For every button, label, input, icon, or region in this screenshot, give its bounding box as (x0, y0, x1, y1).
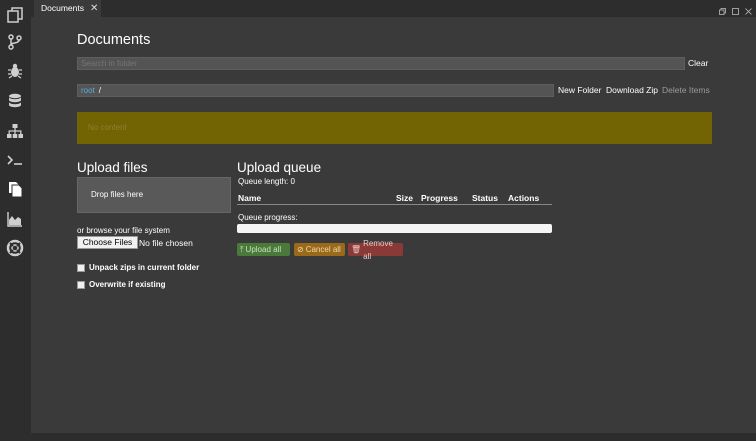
clear-button[interactable]: Clear (688, 57, 708, 70)
lifebuoy-icon[interactable] (4, 237, 26, 259)
terminal-icon[interactable] (4, 149, 26, 171)
browse-label: or browse your file system (77, 226, 170, 235)
bug-icon[interactable] (4, 60, 26, 82)
window-controls (719, 2, 752, 15)
upload-files-heading: Upload files (77, 160, 148, 175)
tab-bar: Documents ✕ (31, 0, 756, 17)
breadcrumb-root-link[interactable]: root (81, 86, 95, 95)
dropzone[interactable]: Drop files here (77, 177, 231, 213)
choose-files-button[interactable]: Choose Files (77, 236, 138, 249)
overwrite-label: Overwrite if existing (89, 280, 166, 289)
upload-queue-heading: Upload queue (237, 160, 322, 175)
upload-all-button[interactable]: ⤒ Upload all (237, 243, 290, 256)
sitemap-icon[interactable] (4, 120, 26, 142)
upload-icon: ⤒ (240, 245, 244, 254)
unpack-zips-option: Unpack zips in current folder (77, 263, 199, 272)
sidebar (0, 0, 31, 441)
branch-icon[interactable] (4, 31, 26, 53)
remove-all-label: Remove all (363, 238, 393, 261)
upload-all-label: Upload all (245, 245, 282, 254)
queue-length: Queue length: 0 (238, 177, 295, 186)
cancel-all-button[interactable]: ⊘ Cancel all (294, 243, 345, 256)
maximize-icon[interactable] (732, 2, 739, 15)
download-zip-button[interactable]: Download Zip (606, 84, 658, 97)
no-content-alert: No content (77, 112, 712, 144)
no-file-label: No file chosen (139, 238, 193, 248)
tab-label: Documents (41, 3, 84, 13)
breadcrumb-separator: / (98, 86, 102, 95)
close-icon[interactable]: ✕ (90, 0, 98, 17)
new-folder-button[interactable]: New Folder (558, 84, 601, 97)
queue-table-header: Name Size Progress Status Actions (237, 189, 552, 205)
trash-icon: 🗑 (351, 245, 362, 254)
col-name: Name (238, 193, 262, 203)
breadcrumb: root / (77, 84, 554, 97)
documents-icon[interactable] (4, 178, 26, 200)
delete-items-button[interactable]: Delete Items (662, 84, 710, 97)
remove-all-button[interactable]: 🗑 Remove all (348, 239, 403, 261)
col-size: Size (396, 193, 414, 203)
unpack-zips-checkbox[interactable] (77, 263, 85, 272)
close-window-icon[interactable] (745, 2, 752, 15)
overwrite-checkbox[interactable] (77, 280, 85, 289)
area-chart-icon[interactable] (4, 208, 26, 230)
search-input[interactable] (77, 57, 685, 70)
unpack-zips-label: Unpack zips in current folder (89, 263, 200, 272)
queue-progress-label: Queue progress: (238, 213, 298, 222)
page-title: Documents (77, 32, 151, 48)
tab-documents[interactable]: Documents ✕ (34, 0, 101, 17)
restore-icon[interactable] (719, 2, 726, 15)
cancel-icon: ⊘ (297, 245, 304, 254)
overwrite-option: Overwrite if existing (77, 280, 165, 289)
cancel-all-label: Cancel all (305, 245, 341, 254)
main-content: Documents Clear root/ New Folder Downloa… (31, 17, 756, 433)
col-progress: Progress (421, 193, 458, 203)
col-status: Status (472, 193, 498, 203)
queue-progress-bar (237, 224, 552, 233)
files-stack-icon[interactable] (4, 4, 26, 26)
col-actions: Actions (508, 193, 540, 203)
status-bar (0, 433, 756, 441)
database-icon[interactable] (4, 90, 26, 112)
